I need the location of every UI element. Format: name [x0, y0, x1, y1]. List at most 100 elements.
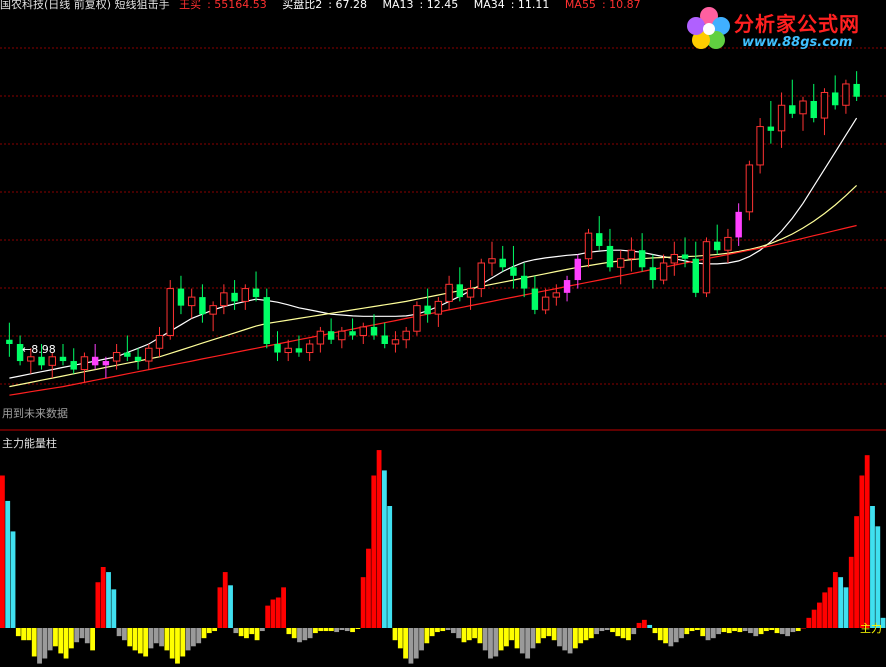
energy-bar: [42, 628, 48, 659]
candle-body: [799, 100, 807, 115]
energy-bar: [153, 628, 159, 644]
energy-bar: [5, 500, 11, 628]
candle-body: [220, 292, 228, 307]
energy-bar: [769, 628, 775, 631]
energy-bar: [551, 628, 557, 641]
candle-body: [413, 305, 421, 332]
energy-bar: [185, 628, 191, 651]
energy-bar: [169, 628, 175, 659]
candle-body: [574, 258, 582, 281]
candle-body: [124, 352, 131, 357]
energy-bar: [291, 628, 297, 639]
energy-bar: [297, 628, 302, 643]
candle-body: [820, 91, 829, 119]
energy-bar: [504, 628, 509, 647]
energy-bar: [47, 628, 53, 651]
energy-bar: [37, 628, 42, 664]
energy-bar: [387, 506, 393, 628]
energy-bar: [456, 628, 462, 639]
candle-body: [91, 356, 99, 366]
energy-bar: [233, 628, 239, 634]
energy-bar: [838, 577, 844, 628]
energy-bar: [79, 628, 85, 639]
candle-body: [391, 339, 400, 345]
candle-body: [541, 296, 550, 311]
energy-bar: [647, 624, 653, 628]
energy-bar: [604, 628, 610, 631]
energy-bar: [753, 628, 759, 637]
energy-bar: [737, 628, 743, 633]
energy-bar: [137, 628, 143, 654]
candle-body: [59, 356, 67, 362]
energy-bar: [435, 628, 440, 633]
candle-body: [327, 331, 335, 340]
energy-bar: [392, 628, 398, 641]
indicator-wangmai: 王买: 55164.53: [179, 0, 267, 11]
energy-bar: [84, 628, 90, 644]
candle-body: [477, 262, 485, 290]
energy-bar: [397, 628, 403, 649]
energy-bar: [875, 526, 881, 628]
candle-body: [842, 83, 850, 106]
energy-bar: [790, 628, 796, 633]
energy-bar: [615, 628, 621, 637]
energy-bar: [127, 628, 133, 647]
energy-bar: [509, 628, 515, 641]
candle-body: [80, 356, 89, 371]
energy-bar: [254, 628, 260, 641]
candle-body: [402, 330, 410, 341]
energy-bar: [594, 628, 600, 635]
candle-body: [777, 104, 786, 132]
energy-bar: [31, 628, 37, 657]
energy-bar: [535, 628, 541, 644]
energy-bar: [811, 609, 817, 628]
energy-bar: [567, 628, 573, 654]
candle-body: [552, 292, 561, 298]
energy-bar: [705, 628, 711, 641]
energy-bar: [180, 628, 186, 657]
energy-bar: [212, 628, 218, 632]
energy-bar: [90, 628, 95, 651]
flower-logo-icon: [687, 7, 730, 49]
energy-bar: [466, 628, 472, 641]
candle-body: [305, 343, 314, 354]
header-bar: 国农科技(日线 前复权) 短线狙击手 王买: 55164.53 买盘比2: 67…: [0, 0, 653, 14]
candle-body: [584, 232, 593, 260]
candle-body: [853, 83, 860, 97]
energy-bar: [10, 531, 16, 628]
energy-bar: [843, 587, 849, 628]
energy-bar: [259, 628, 265, 632]
energy-bar: [689, 628, 695, 632]
candle-body: [134, 356, 142, 362]
energy-bar: [557, 628, 562, 647]
candle-body: [274, 344, 281, 353]
energy-bar: [53, 628, 58, 647]
candle-body: [370, 326, 378, 336]
energy-bar: [217, 587, 223, 628]
candle-body: [445, 283, 453, 302]
energy-bar: [663, 628, 668, 644]
candle-body: [713, 241, 721, 251]
ma-line-ma34: [9, 184, 858, 388]
candle-body: [789, 105, 796, 114]
candle-body: [616, 258, 625, 268]
energy-bar: [626, 628, 631, 641]
energy-bar: [190, 628, 196, 647]
energy-bar: [429, 628, 435, 637]
energy-bar: [721, 628, 727, 633]
energy-bar: [111, 589, 117, 628]
energy-bar: [774, 628, 780, 634]
energy-bar: [748, 628, 753, 634]
energy-bar: [440, 628, 446, 632]
energy-bar: [588, 628, 594, 639]
candle-body: [499, 258, 506, 268]
energy-bar: [313, 628, 318, 634]
energy-bar: [15, 628, 21, 637]
energy-bar: [249, 628, 255, 635]
energy-bar: [695, 628, 700, 631]
candle-body: [434, 300, 443, 315]
energy-bar: [265, 605, 271, 628]
energy-bar: [546, 628, 552, 637]
energy-bar: [275, 597, 281, 628]
energy-bar: [350, 628, 355, 633]
